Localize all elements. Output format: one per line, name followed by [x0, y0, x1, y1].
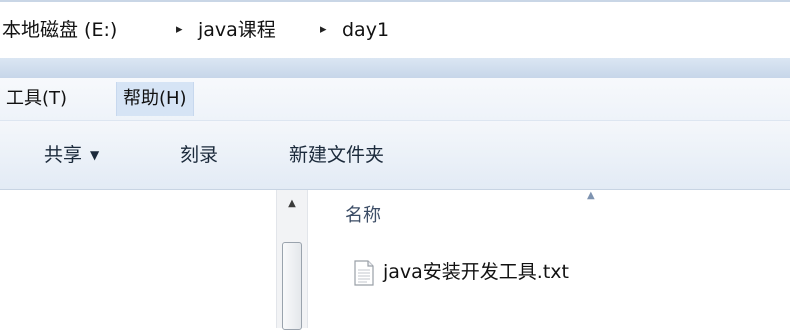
file-name: java安装开发工具.txt — [383, 261, 569, 283]
menu-tools[interactable]: 工具(T) — [0, 82, 73, 116]
menu-bar: 工具(T) 帮助(H) — [0, 78, 790, 121]
text-file-icon — [354, 260, 374, 286]
breadcrumb-separator[interactable]: ▸ — [320, 12, 327, 48]
breadcrumb-folder-day1[interactable]: day1 — [342, 12, 389, 48]
new-folder-button[interactable]: 新建文件夹 — [289, 137, 384, 173]
share-button[interactable]: 共享 ▼ — [44, 137, 99, 173]
menu-help[interactable]: 帮助(H) — [116, 82, 194, 116]
burn-button[interactable]: 刻录 — [180, 137, 218, 173]
file-list-pane: ▲ 名称 java安装开发工具.txt — [309, 190, 790, 328]
breadcrumb-separator[interactable]: ▸ — [176, 12, 183, 48]
share-label: 共享 — [44, 144, 83, 166]
navigation-scrollbar[interactable]: ▲ — [276, 190, 308, 330]
column-header-name[interactable]: 名称 — [345, 202, 381, 230]
sort-ascending-icon: ▲ — [587, 190, 595, 201]
breadcrumb-folder-java[interactable]: java课程 — [198, 12, 276, 48]
navigation-pane[interactable] — [0, 190, 276, 328]
scroll-up-arrow-icon[interactable]: ▲ — [277, 190, 307, 218]
breadcrumb: 本地磁盘 (E:) ▸ java课程 ▸ day1 — [0, 2, 786, 59]
dropdown-arrow-icon: ▼ — [90, 148, 100, 162]
scroll-thumb[interactable] — [282, 242, 302, 330]
command-toolbar: 共享 ▼ 刻录 新建文件夹 — [0, 121, 790, 190]
address-bar[interactable]: 本地磁盘 (E:) ▸ java课程 ▸ day1 — [0, 0, 790, 59]
breadcrumb-drive[interactable]: 本地磁盘 (E:) — [2, 12, 117, 48]
address-divider-strip — [0, 58, 790, 78]
